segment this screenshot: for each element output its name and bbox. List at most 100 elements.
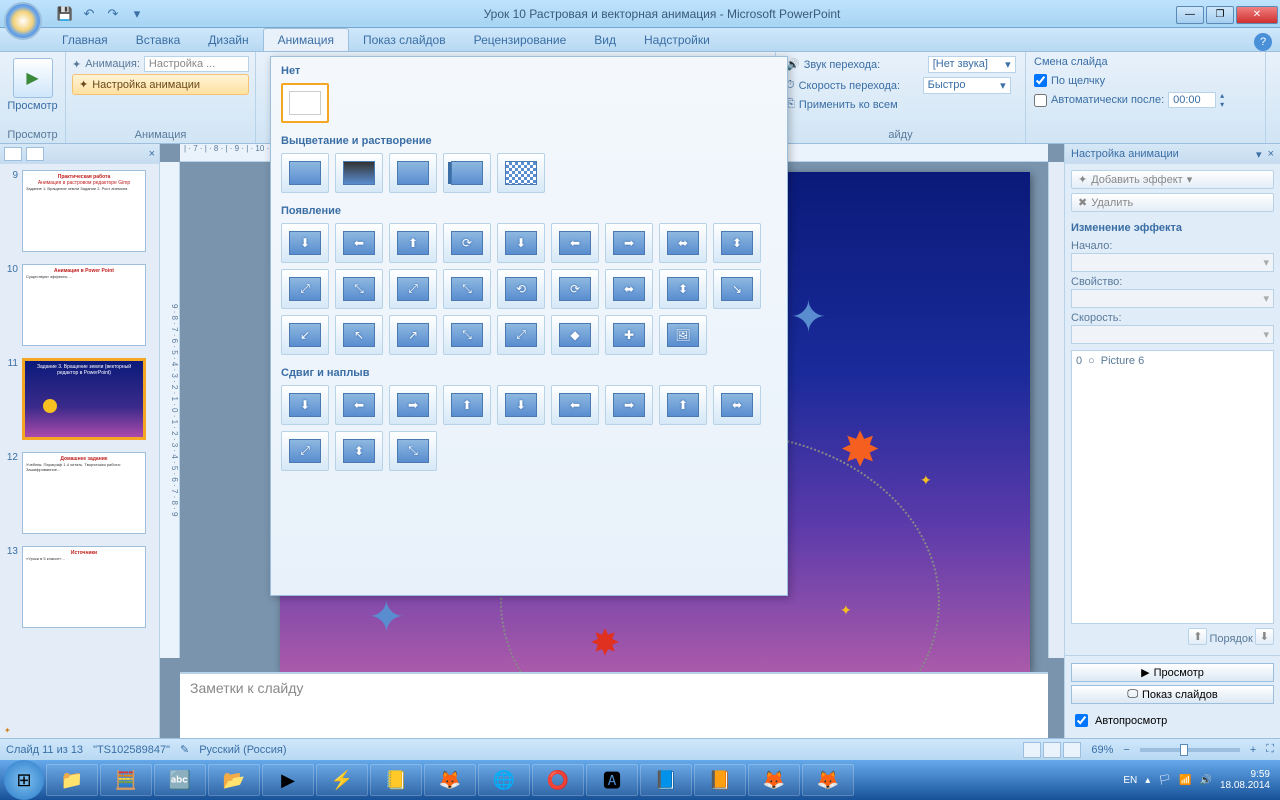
taskbar-app[interactable]: 🅰 xyxy=(586,764,638,796)
taskbar-app[interactable]: 📙 xyxy=(694,764,746,796)
transition-push-7[interactable]: ⬆ xyxy=(659,385,707,425)
transition-appear-15[interactable]: ⬌ xyxy=(605,269,653,309)
star-shape[interactable]: ✦ xyxy=(790,292,827,343)
transition-appear-12[interactable]: ⤡ xyxy=(443,269,491,309)
slide-thumbnail[interactable]: Анимация в Power PointСуществуют эффекты… xyxy=(22,264,146,346)
taskbar-app[interactable]: 📘 xyxy=(640,764,692,796)
taskbar-app[interactable]: ⚡ xyxy=(316,764,368,796)
help-icon[interactable]: ? xyxy=(1254,33,1272,51)
tray-clock[interactable]: 9:59 18.08.2014 xyxy=(1220,769,1270,791)
remove-effect-button[interactable]: ✖ Удалить xyxy=(1071,193,1274,212)
tab-review[interactable]: Рецензирование xyxy=(460,29,581,51)
outline-tab[interactable] xyxy=(26,147,44,161)
tab-animation[interactable]: Анимация xyxy=(263,28,349,51)
burst-shape[interactable]: ✸ xyxy=(590,622,620,664)
taskbar-app[interactable]: 📒 xyxy=(370,764,422,796)
taskpane-dropdown-icon[interactable]: ▾ xyxy=(1256,148,1262,161)
auto-after-checkbox[interactable] xyxy=(1034,94,1047,107)
transition-fade-2[interactable] xyxy=(335,153,383,193)
transition-push-6[interactable]: ➡ xyxy=(605,385,653,425)
transition-dissolve[interactable] xyxy=(497,153,545,193)
transition-appear-19[interactable]: ↖ xyxy=(335,315,383,355)
slideshow-view-button[interactable] xyxy=(1063,742,1081,758)
transition-appear-6[interactable]: ➡ xyxy=(605,223,653,263)
qat-dropdown-icon[interactable]: ▾ xyxy=(126,3,148,25)
panel-close-icon[interactable]: × xyxy=(149,148,155,160)
slide-thumbnail[interactable]: Практическая работаАнимация в растровом … xyxy=(22,170,146,252)
transition-appear-14[interactable]: ⟳ xyxy=(551,269,599,309)
transition-appear-8[interactable]: ⬍ xyxy=(713,223,761,263)
tray-flag-icon[interactable]: 🏳 xyxy=(1158,775,1171,786)
normal-view-button[interactable] xyxy=(1023,742,1041,758)
slide-thumbnail[interactable]: Домашнее заданиеУчебник. Параграф 1.4 чи… xyxy=(22,452,146,534)
transition-appear-23[interactable]: ◆ xyxy=(551,315,599,355)
preview-button[interactable]: ▶ Просмотр xyxy=(1071,663,1274,682)
star-small[interactable]: ✦ xyxy=(920,472,932,489)
custom-animation-button[interactable]: ✦ Настройка анимации xyxy=(72,74,249,95)
tray-lang[interactable]: EN xyxy=(1123,775,1137,786)
animation-dropdown[interactable]: Настройка ... xyxy=(144,56,249,72)
tab-home[interactable]: Главная xyxy=(48,29,122,51)
tab-addins[interactable]: Надстройки xyxy=(630,29,724,51)
transition-push-8[interactable]: ⬌ xyxy=(713,385,761,425)
maximize-button[interactable]: ❐ xyxy=(1206,6,1234,24)
taskbar-app[interactable]: 📁 xyxy=(46,764,98,796)
tray-volume-icon[interactable]: 🔊 xyxy=(1199,775,1211,786)
transition-appear-0[interactable]: ⬇ xyxy=(281,223,329,263)
transition-appear-10[interactable]: ⤡ xyxy=(335,269,383,309)
transition-appear-3[interactable]: ⟳ xyxy=(443,223,491,263)
lang-icon[interactable]: ✎ xyxy=(180,743,189,756)
slides-tab[interactable] xyxy=(4,147,22,161)
slide-thumbnail[interactable]: Источники«Уроки в 5 классе»... xyxy=(22,546,146,628)
office-button[interactable] xyxy=(4,2,42,40)
on-click-checkbox[interactable] xyxy=(1034,74,1047,87)
taskbar-app[interactable]: 🌐 xyxy=(478,764,530,796)
transition-appear-24[interactable]: ✚ xyxy=(605,315,653,355)
transition-push-0[interactable]: ⬇ xyxy=(281,385,329,425)
taskpane-close-icon[interactable]: × xyxy=(1268,148,1274,160)
preview-icon[interactable]: ▶ xyxy=(13,58,53,98)
zoom-out-button[interactable]: − xyxy=(1123,744,1129,756)
tab-design[interactable]: Дизайн xyxy=(194,29,262,51)
transition-appear-21[interactable]: ⤡ xyxy=(443,315,491,355)
taskbar-app[interactable]: 🦊 xyxy=(424,764,476,796)
star-small[interactable]: ✦ xyxy=(840,602,852,619)
tab-view[interactable]: Вид xyxy=(580,29,630,51)
tray-up-icon[interactable]: ▴ xyxy=(1145,775,1150,786)
save-icon[interactable]: 💾 xyxy=(54,3,76,25)
add-effect-button[interactable]: ✦ Добавить эффект ▾ xyxy=(1071,170,1274,189)
reorder-down-button[interactable]: ⬇ xyxy=(1255,628,1274,645)
speed-select[interactable]: Быстро▾ xyxy=(923,77,1011,94)
transition-appear-25[interactable]: 🖼 xyxy=(659,315,707,355)
reorder-up-button[interactable]: ⬆ xyxy=(1188,628,1207,645)
transition-appear-20[interactable]: ↗ xyxy=(389,315,437,355)
sound-select[interactable]: [Нет звука]▾ xyxy=(928,56,1016,73)
speed-select-tp[interactable]: ▾ xyxy=(1071,325,1274,344)
taskbar-app[interactable]: 🧮 xyxy=(100,764,152,796)
transition-fade-4[interactable] xyxy=(443,153,491,193)
close-button[interactable]: ✕ xyxy=(1236,6,1278,24)
transition-push-4[interactable]: ⬇ xyxy=(497,385,545,425)
slideshow-button[interactable]: 🖵 Показ слайдов xyxy=(1071,685,1274,704)
taskbar-app[interactable]: 🔤 xyxy=(154,764,206,796)
transition-appear-7[interactable]: ⬌ xyxy=(659,223,707,263)
transition-push-1[interactable]: ⬅ xyxy=(335,385,383,425)
effect-item[interactable]: 0 ○ Picture 6 xyxy=(1074,353,1271,369)
transition-push-2[interactable]: ➡ xyxy=(389,385,437,425)
star-shape[interactable]: ✦ xyxy=(368,592,405,643)
vertical-scrollbar[interactable] xyxy=(1048,162,1064,658)
zoom-slider[interactable] xyxy=(1140,748,1240,752)
redo-icon[interactable]: ↷ xyxy=(102,3,124,25)
undo-icon[interactable]: ↶ xyxy=(78,3,100,25)
transition-push-5[interactable]: ⬅ xyxy=(551,385,599,425)
transition-appear-18[interactable]: ↙ xyxy=(281,315,329,355)
transition-fade-3[interactable] xyxy=(389,153,437,193)
transition-appear-16[interactable]: ⬍ xyxy=(659,269,707,309)
taskbar-app[interactable]: 🦊 xyxy=(802,764,854,796)
transition-appear-1[interactable]: ⬅ xyxy=(335,223,383,263)
tab-slideshow[interactable]: Показ слайдов xyxy=(349,29,460,51)
transition-appear-5[interactable]: ⬅ xyxy=(551,223,599,263)
zoom-in-button[interactable]: + xyxy=(1250,744,1256,756)
taskbar-app[interactable]: ⭕ xyxy=(532,764,584,796)
burst-shape[interactable]: ✸ xyxy=(840,422,880,478)
